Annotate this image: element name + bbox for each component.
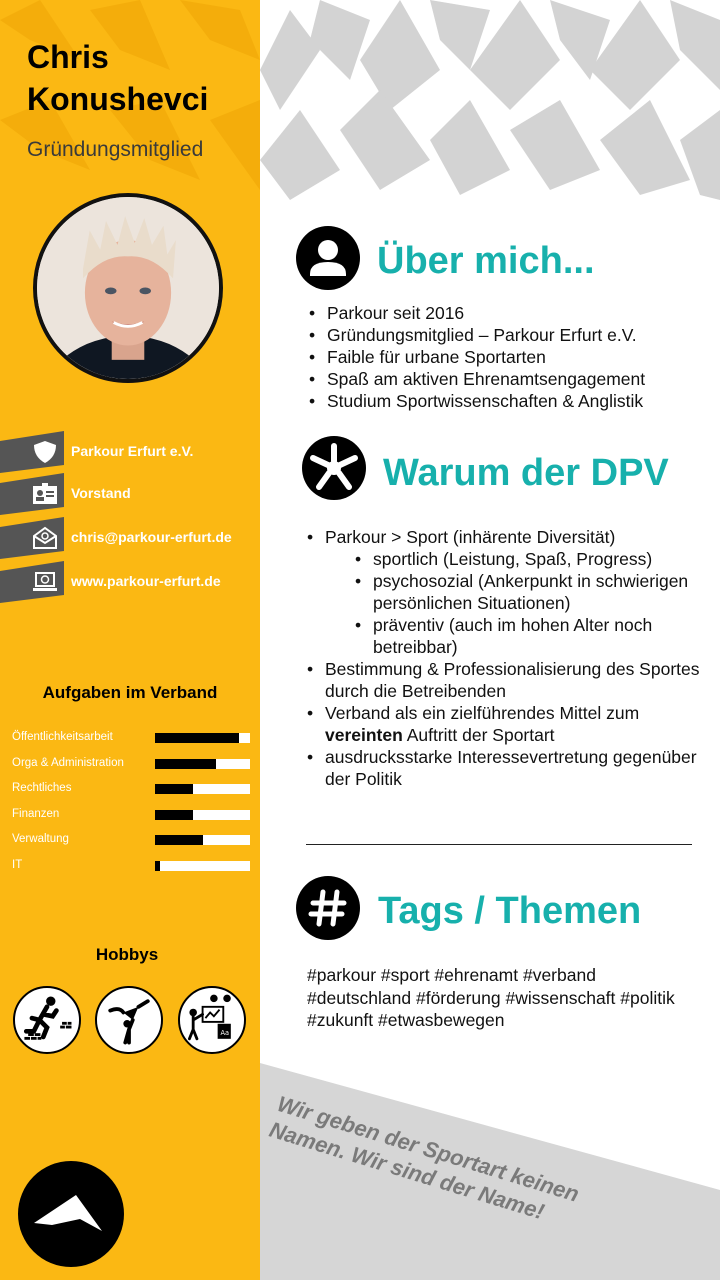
about-item: Studium Sportwissenschaften & Anglistik xyxy=(307,390,712,412)
task-level-fill xyxy=(155,810,193,820)
why-item-text: Parkour > Sport (inhärente Diversität) xyxy=(325,527,616,547)
profile-name: Chris Konushevci xyxy=(27,36,208,120)
task-label: Finanzen xyxy=(12,808,60,820)
dpv-logo xyxy=(18,1161,124,1267)
hashtag-icon xyxy=(296,876,360,940)
task-level-bar xyxy=(155,784,250,794)
task-level-bar xyxy=(155,759,250,769)
task-level-bar xyxy=(155,861,250,871)
why-item-text: Auftritt der Sportart xyxy=(402,725,555,745)
task-label: Rechtliches xyxy=(12,782,72,794)
why-item-text: Verband als ein zielführendes Mittel zum xyxy=(325,703,640,723)
about-item: Faible für urbane Sportarten xyxy=(307,346,712,368)
task-row: Orga & Administration xyxy=(12,757,252,771)
handstand-icon xyxy=(95,986,163,1054)
avatar xyxy=(33,193,223,383)
task-row: IT xyxy=(12,859,252,873)
laptop-web-icon xyxy=(33,572,57,591)
why-sublist: sportlich (Leistung, Spaß, Progress) psy… xyxy=(325,548,705,658)
contact-club: Parkour Erfurt e.V. xyxy=(0,431,260,473)
parkour-runner-icon xyxy=(13,986,81,1054)
tags-text: #parkour #sport #ehrenamt #verband #deut… xyxy=(307,965,675,1030)
task-level-bar xyxy=(155,810,250,820)
task-level-fill xyxy=(155,759,216,769)
task-level-fill xyxy=(155,784,193,794)
task-label: Orga & Administration xyxy=(12,757,124,769)
why-item: Verband als ein zielführendes Mittel zum… xyxy=(305,702,705,746)
contact-website-text[interactable]: www.parkour-erfurt.de xyxy=(71,573,221,589)
task-level-fill xyxy=(155,733,239,743)
task-level-fill xyxy=(155,861,160,871)
divider xyxy=(306,844,692,845)
contact-email-text[interactable]: chris@parkour-erfurt.de xyxy=(71,529,232,545)
why-item: ausdrucksstarke Interessevertretung gege… xyxy=(305,746,705,790)
task-label: IT xyxy=(12,859,23,871)
hands-together-icon xyxy=(302,436,366,500)
why-item: Parkour > Sport (inhärente Diversität) s… xyxy=(305,526,705,658)
email-icon xyxy=(33,526,57,549)
svg-text:Aa: Aa xyxy=(220,1029,229,1037)
slogan: Wir geben der Sportart keinen Namen. Wir… xyxy=(266,1090,582,1225)
last-name: Konushevci xyxy=(27,81,209,117)
task-row: Finanzen xyxy=(12,808,252,822)
why-item-emphasis: vereinten xyxy=(325,725,403,745)
task-row: Rechtliches xyxy=(12,782,252,796)
about-title: Über mich... xyxy=(377,240,595,282)
about-list: Parkour seit 2016 Gründungsmitglied – Pa… xyxy=(307,302,712,412)
task-level-bar xyxy=(155,733,250,743)
why-subitem: psychosozial (Ankerpunkt in schwierigen … xyxy=(353,570,705,614)
hobbies-title: Hobbys xyxy=(95,945,159,964)
task-level-fill xyxy=(155,835,203,845)
id-card-icon xyxy=(33,483,57,504)
about-item: Spaß am aktiven Ehrenamtsengagement xyxy=(307,368,712,390)
why-item: Bestimmung & Professionalisierung des Sp… xyxy=(305,658,705,702)
first-name: Chris xyxy=(27,39,109,75)
contact-club-text: Parkour Erfurt e.V. xyxy=(71,443,194,459)
teaching-icon: Aa xyxy=(178,986,246,1054)
profile-role: Gründungsmitglied xyxy=(27,138,204,161)
contact-position-text: Vorstand xyxy=(71,485,131,501)
why-subitem: präventiv (auch im hohen Alter noch betr… xyxy=(353,614,705,658)
tags-title: Tags / Themen xyxy=(378,890,642,932)
task-row: Verwaltung xyxy=(12,833,252,847)
contact-position: Vorstand xyxy=(0,473,260,515)
shield-icon xyxy=(34,441,56,463)
task-label: Öffentlichkeitsarbeit xyxy=(12,731,113,743)
why-list: Parkour > Sport (inhärente Diversität) s… xyxy=(305,526,705,790)
contact-website[interactable]: www.parkour-erfurt.de xyxy=(0,561,260,603)
why-title: Warum der DPV xyxy=(383,452,669,494)
task-label: Verwaltung xyxy=(12,833,69,845)
about-item: Gründungsmitglied – Parkour Erfurt e.V. xyxy=(307,324,712,346)
task-row: Öffentlichkeitsarbeit xyxy=(12,731,252,745)
user-icon xyxy=(296,226,360,290)
task-level-bar xyxy=(155,835,250,845)
tasks-title: Aufgaben im Verband xyxy=(42,683,218,702)
contact-email[interactable]: chris@parkour-erfurt.de xyxy=(0,517,260,559)
about-item: Parkour seit 2016 xyxy=(307,302,712,324)
why-subitem: sportlich (Leistung, Spaß, Progress) xyxy=(353,548,705,570)
sidebar: Chris Konushevci Gründungsmitglied Parko… xyxy=(0,0,260,1280)
background-pattern xyxy=(260,0,720,200)
